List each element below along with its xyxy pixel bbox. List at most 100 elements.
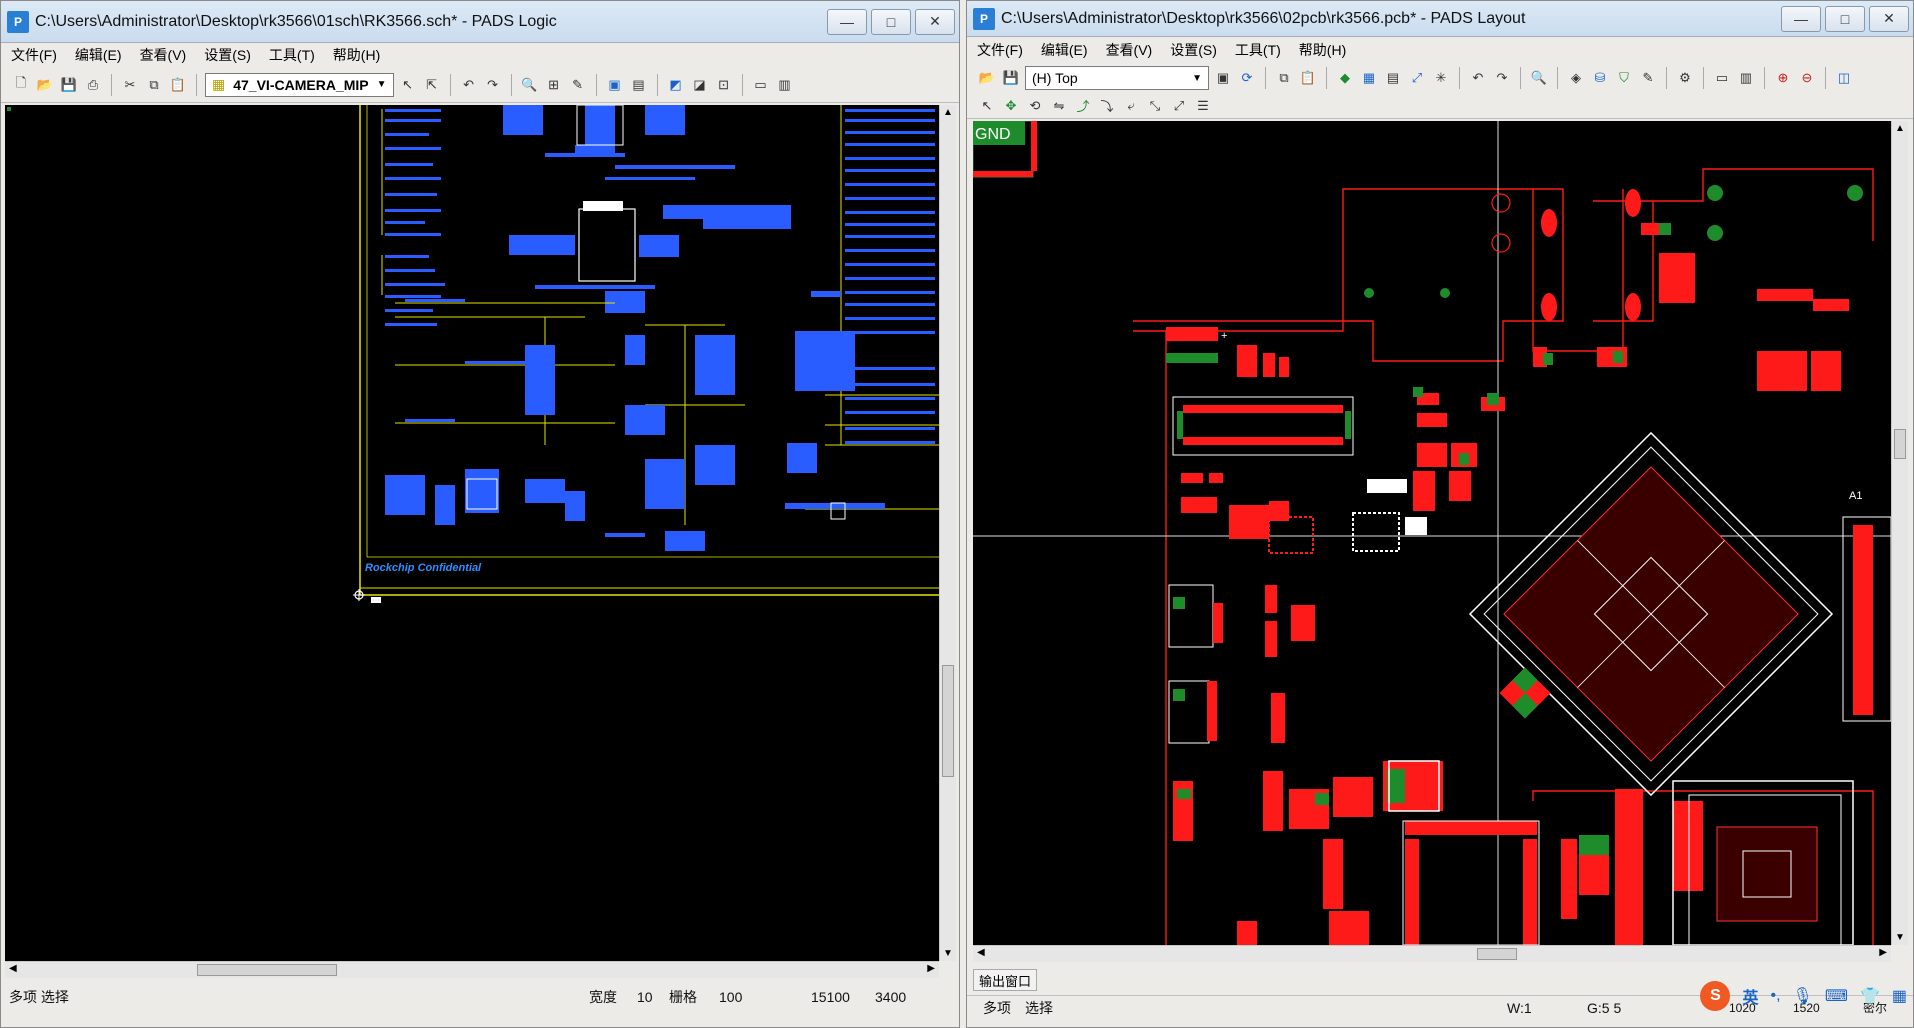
stretch-icon[interactable]: ⤡ [1145,96,1165,116]
output-window-icon[interactable]: ▭ [751,75,771,95]
close-button[interactable]: ✕ [915,8,955,35]
scroll-up-arrow-icon[interactable]: ▲ [1895,123,1905,134]
minimize-button[interactable]: — [827,8,867,35]
menu-edit[interactable]: 编辑(E) [1041,40,1088,60]
add-route-icon[interactable]: ⤵ [1097,96,1117,116]
sogou-logo-icon[interactable]: S [1700,981,1731,1011]
design-toolbar-icon[interactable]: ▣ [1213,68,1233,88]
menu-setup[interactable]: 设置(S) [204,45,251,65]
layer-icon[interactable]: ◆ [1335,68,1355,88]
undo-icon[interactable]: ↶ [1468,68,1488,88]
router-link-icon[interactable]: ◪ [690,75,710,95]
menu-file[interactable]: 文件(F) [11,45,57,65]
scroll-up-arrow-icon[interactable]: ▲ [943,107,953,118]
select-icon[interactable]: ↖ [977,96,997,116]
scroll-thumb[interactable] [1894,429,1906,459]
route-icon[interactable]: ⤢ [1407,68,1427,88]
list-icon[interactable]: ☰ [1193,96,1213,116]
scroll-thumb[interactable] [197,964,337,976]
schematic-canvas[interactable]: Rockchip Confidential [5,105,939,961]
scroll-left-arrow-icon[interactable]: ◀ [9,963,17,974]
verify-icon[interactable]: ◈ [1566,68,1586,88]
open-folder-icon[interactable]: 📂 [977,68,997,88]
pads-layout-link-icon[interactable]: ◩ [666,75,686,95]
scroll-right-arrow-icon[interactable]: ▶ [927,963,935,974]
scroll-thumb[interactable] [1477,948,1517,960]
menu-tools[interactable]: 工具(T) [1235,40,1281,60]
route-toolbar-icon[interactable]: ⤴ [1073,96,1093,116]
redo-icon[interactable]: ↷ [483,75,503,95]
minimize-button[interactable]: — [1781,5,1821,32]
refresh-icon[interactable]: ⟳ [1237,68,1257,88]
zoom-in-icon[interactable]: ⊕ [1773,68,1793,88]
select-icon[interactable]: ↖ [398,75,418,95]
paste-icon[interactable]: 📋 [168,75,188,95]
cut-icon[interactable]: ✂ [120,75,140,95]
scroll-thumb[interactable] [942,665,954,777]
scroll-left-arrow-icon[interactable]: ◀ [977,947,985,958]
menu-view[interactable]: 查看(V) [1106,40,1153,60]
layer-selector[interactable]: (H) Top ▼ [1025,66,1209,90]
undo-icon[interactable]: ↶ [459,75,479,95]
scroll-right-arrow-icon[interactable]: ▶ [1879,947,1887,958]
scroll-down-arrow-icon[interactable]: ▼ [943,948,953,959]
output-window-tab[interactable]: 输出窗口 [973,969,1037,991]
zoom-icon[interactable]: 🔍 [520,75,540,95]
save-icon[interactable]: 💾 [1001,68,1021,88]
print-icon[interactable]: ⎙ [83,75,103,95]
output-window-icon[interactable]: ▭ [1712,68,1732,88]
skin-icon[interactable]: 👕 [1860,986,1880,1006]
ime-language-toggle[interactable]: 英 [1742,984,1758,1008]
close-button[interactable]: ✕ [1869,5,1909,32]
redo-icon[interactable]: ↷ [1492,68,1512,88]
design-toolbar-icon[interactable]: ▤ [629,75,649,95]
project-explorer-icon[interactable]: ▥ [775,75,795,95]
vertical-scrollbar[interactable]: ▲ ▼ [1891,121,1908,945]
pads-logic-link-icon[interactable]: ⚙ [1675,68,1695,88]
horizontal-scrollbar[interactable]: ◀ ▶ [5,961,939,978]
draft-toolbar-icon[interactable]: ▣ [605,75,625,95]
project-explorer-icon[interactable]: ▥ [1736,68,1756,88]
horizontal-scrollbar[interactable]: ◀ ▶ [973,945,1891,962]
sheet-selector[interactable]: ▦ 47_VI-CAMERA_MIP ▼ [205,72,394,97]
copy-icon[interactable]: ⧉ [144,75,164,95]
pour-icon[interactable]: ▦ [1359,68,1379,88]
3d-view-icon[interactable]: ◫ [1834,68,1854,88]
maximize-button[interactable]: □ [1825,5,1865,32]
maximize-button[interactable]: □ [871,8,911,35]
menu-help[interactable]: 帮助(H) [333,45,380,65]
menu-file[interactable]: 文件(F) [977,40,1023,60]
scroll-down-arrow-icon[interactable]: ▼ [1895,932,1905,943]
save-icon[interactable]: 💾 [59,75,79,95]
eco-icon[interactable]: ✎ [1638,68,1658,88]
pcb-canvas[interactable]: GND + A1 [973,121,1891,945]
drc-icon[interactable]: ⤢ [1169,96,1189,116]
menu-tools[interactable]: 工具(T) [269,45,315,65]
rotate-icon[interactable]: ⟲ [1025,96,1045,116]
autorouter-icon[interactable]: ⛉ [1614,68,1634,88]
keyboard-icon[interactable]: ⌨ [1825,986,1848,1006]
cam-icon[interactable]: ⛁ [1590,68,1610,88]
zoom-out-icon[interactable]: ⊖ [1797,68,1817,88]
navigator-icon[interactable]: ⊡ [714,75,734,95]
open-folder-icon[interactable]: 📂 [35,75,55,95]
vertical-scrollbar[interactable]: ▲ ▼ [939,105,956,961]
new-file-icon[interactable]: 🗋 [11,75,31,95]
menu-help[interactable]: 帮助(H) [1299,40,1346,60]
menu-setup[interactable]: 设置(S) [1170,40,1217,60]
toolbox-icon[interactable]: ▦ [1892,986,1907,1006]
dynamic-route-icon[interactable]: ⤶ [1121,96,1141,116]
copy-icon[interactable]: ⧉ [1274,68,1294,88]
drafting-icon[interactable]: ▤ [1383,68,1403,88]
menu-edit[interactable]: 编辑(E) [75,45,122,65]
menu-view[interactable]: 查看(V) [140,45,187,65]
properties-icon[interactable]: ✎ [568,75,588,95]
flip-icon[interactable]: ⇋ [1049,96,1069,116]
punctuation-icon[interactable]: •, [1771,987,1781,1005]
zoom-fit-icon[interactable]: ⊞ [544,75,564,95]
zoom-icon[interactable]: 🔍 [1529,68,1549,88]
select-filter-icon[interactable]: ⇱ [422,75,442,95]
dimension-icon[interactable]: ✳ [1431,68,1451,88]
move-icon[interactable]: ✥ [1001,96,1021,116]
paste-icon[interactable]: 📋 [1298,68,1318,88]
